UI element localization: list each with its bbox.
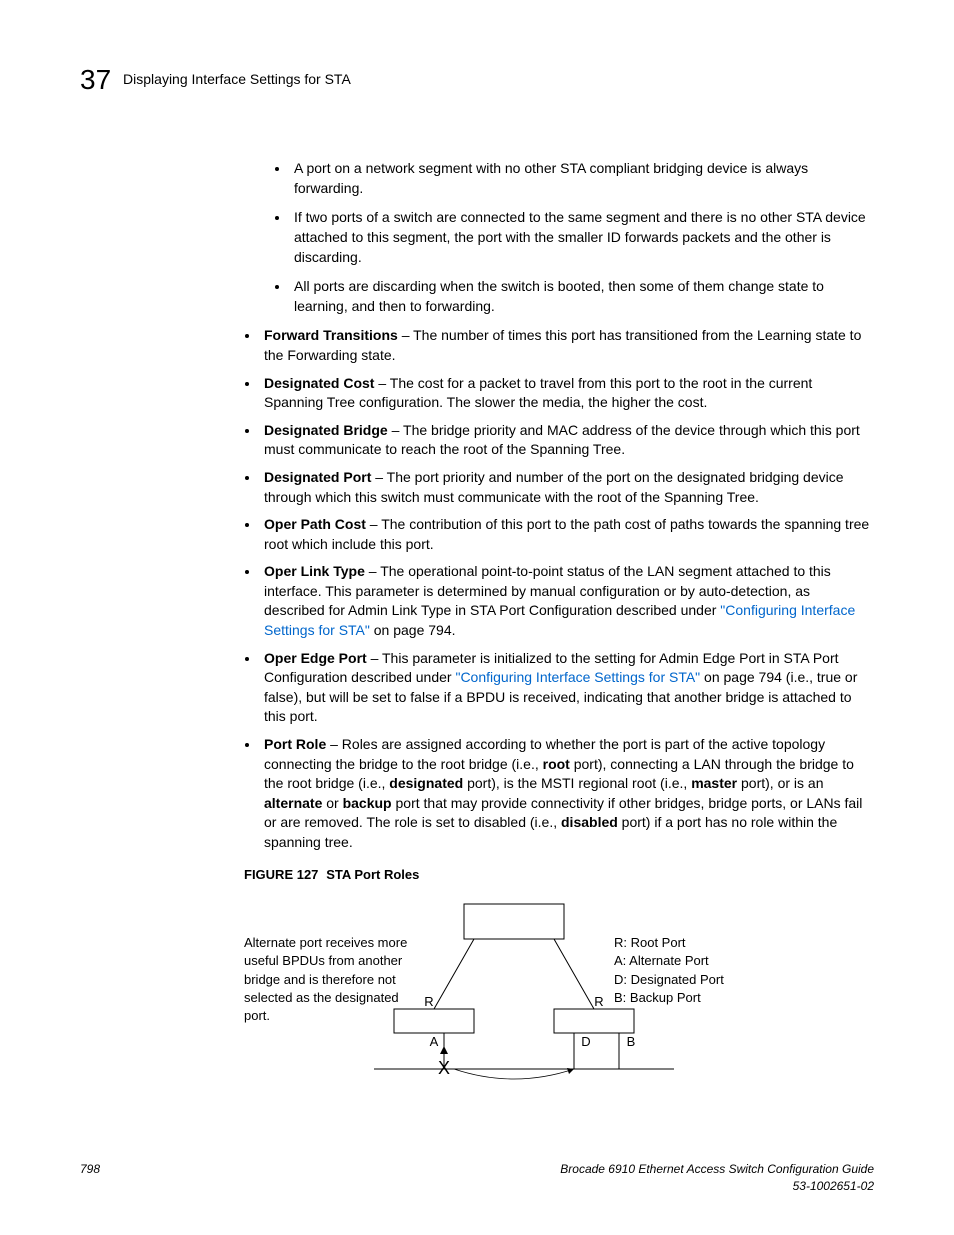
list-item: Designated Port – The port priority and … bbox=[260, 468, 874, 507]
list-item: Oper Path Cost – The contribution of thi… bbox=[260, 515, 874, 554]
term: Designated Bridge bbox=[264, 422, 388, 438]
sub-bullet-list: A port on a network segment with no othe… bbox=[80, 159, 874, 316]
chapter-number: 37 bbox=[80, 60, 111, 99]
term: Oper Edge Port bbox=[264, 650, 367, 666]
definition-text: on page 794. bbox=[370, 622, 456, 638]
bold-term: backup bbox=[343, 795, 392, 811]
label-r-right: R bbox=[594, 994, 603, 1009]
list-item: Forward Transitions – The number of time… bbox=[260, 326, 874, 365]
page-header: 37 Displaying Interface Settings for STA bbox=[80, 60, 874, 99]
bold-term: designated bbox=[389, 775, 463, 791]
term: Designated Cost bbox=[264, 375, 374, 391]
list-item: A port on a network segment with no othe… bbox=[290, 159, 874, 198]
label-b: B bbox=[627, 1034, 636, 1049]
header-title: Displaying Interface Settings for STA bbox=[123, 70, 351, 90]
label-d: D bbox=[581, 1034, 590, 1049]
label-a: A bbox=[430, 1034, 439, 1049]
list-item: All ports are discarding when the switch… bbox=[290, 277, 874, 316]
term: Oper Link Type bbox=[264, 563, 365, 579]
definition-text: or bbox=[322, 795, 342, 811]
bold-term: disabled bbox=[561, 814, 618, 830]
cross-reference-link[interactable]: "Configuring Interface Settings for STA" bbox=[455, 669, 700, 685]
footer-doc-id: 53-1002651-02 bbox=[560, 1178, 874, 1195]
list-item: If two ports of a switch are connected t… bbox=[290, 208, 874, 267]
figure-title: STA Port Roles bbox=[326, 867, 419, 882]
bold-term: master bbox=[691, 775, 737, 791]
sta-port-roles-diagram: Alternate port receives more useful BPDU… bbox=[244, 894, 884, 1094]
list-item: Port Role – Roles are assigned according… bbox=[260, 735, 874, 853]
page-number: 798 bbox=[80, 1161, 100, 1178]
definition-text: port), or is an bbox=[737, 775, 823, 791]
term: Designated Port bbox=[264, 469, 371, 485]
bold-term: root bbox=[543, 756, 570, 772]
figure-caption: FIGURE 127 STA Port Roles bbox=[244, 865, 874, 885]
term: Port Role bbox=[264, 736, 326, 752]
x-mark-icon: X bbox=[438, 1058, 450, 1078]
definition-list: Forward Transitions – The number of time… bbox=[80, 326, 874, 852]
definition-text: port), is the MSTI regional root (i.e., bbox=[463, 775, 691, 791]
list-item: Oper Edge Port – This parameter is initi… bbox=[260, 649, 874, 727]
list-item: Oper Link Type – The operational point-t… bbox=[260, 562, 874, 640]
diagram-svg: R R A D B X bbox=[374, 894, 674, 1094]
figure-number: FIGURE 127 bbox=[244, 867, 318, 882]
bold-term: alternate bbox=[264, 795, 322, 811]
list-item: Designated Cost – The cost for a packet … bbox=[260, 374, 874, 413]
page-footer: 798 Brocade 6910 Ethernet Access Switch … bbox=[80, 1161, 874, 1195]
footer-doc-title: Brocade 6910 Ethernet Access Switch Conf… bbox=[560, 1161, 874, 1178]
label-r-left: R bbox=[424, 994, 433, 1009]
term: Forward Transitions bbox=[264, 327, 398, 343]
term: Oper Path Cost bbox=[264, 516, 366, 532]
list-item: Designated Bridge – The bridge priority … bbox=[260, 421, 874, 460]
